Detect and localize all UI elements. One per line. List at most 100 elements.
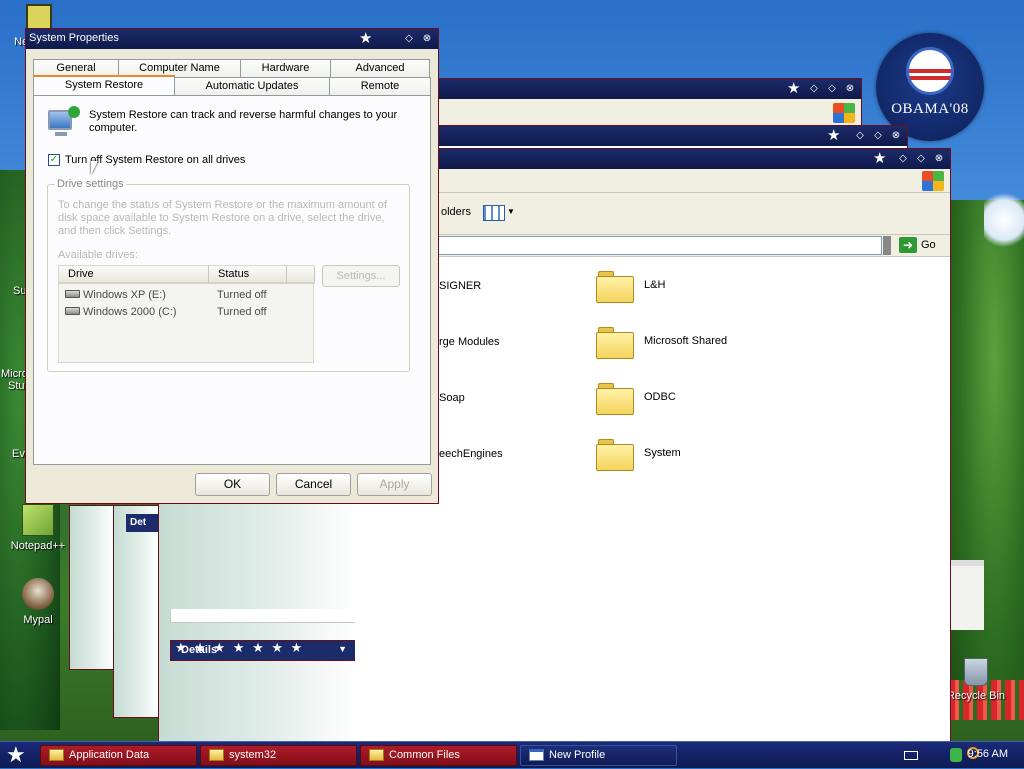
badge-text: OBAMA'08 xyxy=(891,101,969,117)
folder-name: System xyxy=(644,447,681,459)
details-panel-header[interactable]: Det xyxy=(126,514,160,532)
window-titlebar[interactable]: ★ ◇ ◇ ⊗ xyxy=(437,126,907,146)
desktop-icon-notepadpp[interactable]: Notepad++ xyxy=(0,504,76,552)
task-panel-bottom xyxy=(170,609,356,623)
desktop-icon-mypal[interactable]: Mypal xyxy=(0,578,76,626)
window-icon xyxy=(529,749,544,761)
cancel-button[interactable]: Cancel xyxy=(276,473,351,496)
drive-name: Windows XP (E:) xyxy=(83,289,166,301)
drive-row[interactable]: Windows XP (E:) Turned off xyxy=(59,287,315,303)
group-label: Drive settings xyxy=(55,178,126,190)
tab-system-restore[interactable]: System Restore xyxy=(33,75,175,95)
dialog-titlebar[interactable]: System Properties ★ ◇ ⊗ xyxy=(26,29,438,49)
background-window-strip[interactable]: Det xyxy=(113,505,160,718)
drive-settings-description: To change the status of System Restore o… xyxy=(58,199,387,237)
tab-row-bottom: System Restore Automatic Updates Remote xyxy=(33,75,431,95)
folder-icon xyxy=(596,381,634,415)
windows-flag-icon xyxy=(922,171,944,191)
taskbar-button-new-profile[interactable]: New Profile xyxy=(520,745,677,766)
background-window-strip[interactable] xyxy=(69,505,115,670)
folder-item[interactable]: System xyxy=(596,437,681,471)
details-panel-header[interactable]: ★ ★ ★ ★ ★ ★ ★ Details ▼ xyxy=(170,640,356,661)
folder-item[interactable]: eechEngines xyxy=(439,448,503,460)
keyboard-icon[interactable] xyxy=(904,751,918,760)
restore-icon[interactable]: ◇ xyxy=(807,82,821,96)
desktop-icon-top-left[interactable] xyxy=(26,4,52,30)
apply-button[interactable]: Apply xyxy=(357,473,432,496)
system-tray: 9:56 AM xyxy=(874,742,1024,769)
settings-button[interactable]: Settings... xyxy=(322,265,400,287)
close-icon[interactable]: ⊗ xyxy=(420,32,434,46)
tab-automatic-updates[interactable]: Automatic Updates xyxy=(174,77,330,95)
notepadpp-icon xyxy=(22,504,54,536)
folder-icon xyxy=(596,437,634,471)
folders-button[interactable]: olders xyxy=(441,206,471,218)
folder-name: rge Modules xyxy=(439,336,500,348)
system-properties-dialog[interactable]: System Properties ★ ◇ ⊗ General Computer… xyxy=(25,28,439,504)
turn-off-restore-checkbox[interactable]: ✓ xyxy=(48,154,60,166)
hard-drive-icon xyxy=(65,290,80,298)
go-button[interactable]: ➜ Go xyxy=(899,237,936,253)
desktop-background-cloud xyxy=(984,190,1024,250)
taskbar-label: New Profile xyxy=(549,749,606,761)
folder-icon xyxy=(209,749,224,761)
mouse-cursor-icon xyxy=(91,161,98,175)
network-icon[interactable] xyxy=(950,748,962,762)
desktop-label-partial: Ev xyxy=(12,448,25,460)
folder-name: SIGNER xyxy=(439,280,482,292)
dialog-title: System Properties xyxy=(29,32,119,44)
close-icon[interactable]: ⊗ xyxy=(932,152,946,166)
tab-remote[interactable]: Remote xyxy=(329,77,431,95)
drive-row[interactable]: Windows 2000 (C:) Turned off xyxy=(59,304,315,320)
chevron-down-icon[interactable]: ▼ xyxy=(338,644,347,654)
taskbar-button-common-files[interactable]: Common Files xyxy=(360,745,517,766)
folder-item[interactable]: Microsoft Shared xyxy=(596,325,727,359)
window-titlebar[interactable]: ★ ◇ ◇ ⊗ xyxy=(437,79,861,99)
go-label: Go xyxy=(921,239,936,251)
drive-name: Windows 2000 (C:) xyxy=(83,306,177,318)
folder-item[interactable]: ODBC xyxy=(596,381,676,415)
restore-icon[interactable]: ◇ xyxy=(853,129,867,143)
hard-drive-icon xyxy=(65,307,80,315)
views-button[interactable]: ▼ xyxy=(483,205,515,223)
column-header-extra xyxy=(287,266,315,284)
system-restore-description: System Restore can track and reverse har… xyxy=(89,109,398,134)
folder-icon xyxy=(369,749,384,761)
desktop-label-partial: Micro xyxy=(1,368,28,380)
window-menubar xyxy=(437,99,861,127)
system-restore-icon xyxy=(48,106,80,138)
column-header-status[interactable]: Status xyxy=(209,266,287,284)
folder-item[interactable]: rge Modules xyxy=(439,336,500,348)
folder-item[interactable]: SIGNER xyxy=(439,280,481,292)
chevron-down-icon: ▼ xyxy=(507,207,515,216)
folder-name: ODBC xyxy=(644,391,676,403)
drive-status: Turned off xyxy=(217,289,267,301)
minimize-icon[interactable]: ◇ xyxy=(896,152,910,166)
help-icon[interactable]: ◇ xyxy=(402,32,416,46)
folder-item[interactable]: L&H xyxy=(596,269,665,303)
close-icon[interactable]: ⊗ xyxy=(843,82,857,96)
clock[interactable]: 9:56 AM xyxy=(968,748,1008,760)
folder-icon xyxy=(49,749,64,761)
maximize-icon[interactable]: ◇ xyxy=(871,129,885,143)
column-header-drive[interactable]: Drive xyxy=(59,266,209,284)
close-icon[interactable]: ⊗ xyxy=(889,129,903,143)
drives-list[interactable]: Drive Status Windows XP (E:) Turned off … xyxy=(58,265,315,363)
tab-hardware[interactable]: Hardware xyxy=(240,59,331,77)
address-dropdown[interactable] xyxy=(883,236,891,255)
taskbar-button-system32[interactable]: system32 xyxy=(200,745,357,766)
folder-name: Soap xyxy=(439,392,465,404)
taskbar: ★ Application Data system32 Common Files… xyxy=(0,741,1024,768)
tab-advanced[interactable]: Advanced xyxy=(330,59,430,77)
start-button[interactable]: ★ xyxy=(6,743,26,767)
turn-off-restore-row[interactable]: ✓ Turn off System Restore on all drives xyxy=(48,154,245,166)
maximize-icon[interactable]: ◇ xyxy=(825,82,839,96)
taskbar-button-application-data[interactable]: Application Data xyxy=(40,745,197,766)
taskbar-label: Application Data xyxy=(69,749,150,761)
star-icon: ★ xyxy=(827,127,841,144)
available-drives-label: Available drives: xyxy=(58,249,138,261)
folder-item[interactable]: Soap xyxy=(439,392,465,404)
details-label: Details xyxy=(181,644,218,656)
ok-button[interactable]: OK xyxy=(195,473,270,496)
maximize-icon[interactable]: ◇ xyxy=(914,152,928,166)
